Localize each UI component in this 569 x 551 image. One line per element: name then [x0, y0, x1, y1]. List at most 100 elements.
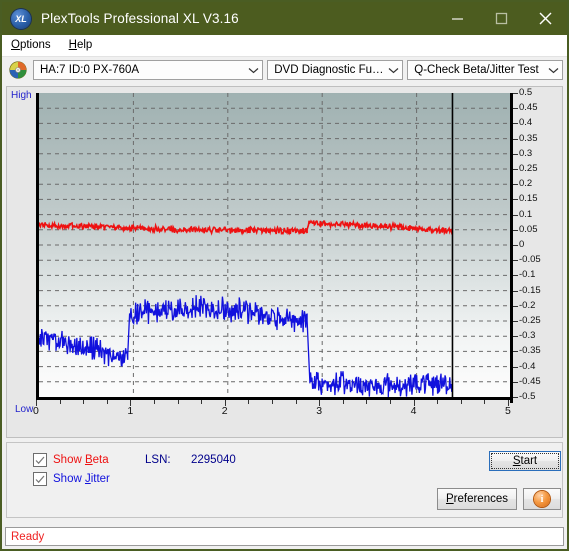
y-tick-mark — [513, 153, 518, 155]
x-tick-label: 0 — [33, 405, 39, 417]
series-jitter — [39, 295, 454, 397]
y-tick-mark — [513, 321, 518, 322]
show-jitter-label-post: itter — [90, 473, 110, 485]
menu-bar: Options Help — [2, 35, 567, 57]
y-tick-label: 0.4 — [519, 117, 533, 129]
y-tick-mark — [513, 123, 518, 125]
menu-item-help[interactable]: Help — [60, 35, 102, 56]
preferences-button-accel: P — [445, 493, 454, 505]
show-beta-label-post: eta — [92, 454, 109, 466]
x-tick-mark — [460, 400, 462, 404]
chevron-down-icon[interactable] — [544, 67, 562, 74]
x-tick-mark — [248, 400, 250, 404]
start-button-accel: S — [512, 455, 521, 467]
chart-area: High Low 0.5 0.45 0.4 0.35 0.3 0.25 0.2 0.15 0.1… — [7, 87, 562, 437]
y-tick-label: 0.35 — [519, 132, 538, 144]
menu-accel-options: O — [11, 39, 20, 51]
y-tick-mark — [513, 199, 518, 201]
show-jitter-checkbox-row[interactable]: Show Jitter — [33, 472, 110, 486]
status-bar: Ready — [5, 527, 564, 546]
y-tick-mark — [513, 214, 518, 216]
show-jitter-checkbox[interactable] — [33, 472, 47, 486]
show-beta-accel: B — [84, 454, 93, 466]
show-beta-label: Show Beta — [53, 454, 109, 466]
x-tick-label: 4 — [410, 405, 417, 417]
y-tick-mark — [513, 305, 518, 307]
y-tick-mark — [513, 184, 518, 186]
app-icon: XL — [11, 8, 31, 29]
y-tick-mark — [513, 366, 518, 368]
y-tick-mark — [513, 229, 518, 231]
y-tick-label: -0.5 — [519, 391, 536, 402]
y-tick-label: 0.5 — [519, 87, 533, 98]
function-select[interactable]: DVD Diagnostic Functions — [267, 60, 404, 80]
show-beta-checkbox-row[interactable]: Show Beta — [33, 453, 109, 467]
x-tick-mark — [59, 400, 61, 404]
minimize-button[interactable] — [435, 2, 479, 35]
y-tick-label: -0.4 — [519, 360, 536, 372]
info-icon: i — [534, 491, 550, 507]
start-button[interactable]: Start — [489, 451, 561, 471]
start-button-label: Start — [513, 455, 537, 467]
y-tick-label: -0.45 — [519, 375, 541, 387]
y-tick-mark — [513, 245, 518, 246]
x-tick-mark — [366, 400, 368, 404]
test-select[interactable]: Q-Check Beta/Jitter Test — [407, 60, 563, 80]
chevron-down-icon[interactable] — [384, 67, 402, 74]
preferences-button[interactable]: Preferences — [437, 488, 517, 510]
y-tick-label: 0.05 — [519, 223, 538, 235]
drive-select[interactable]: HA:7 ID:0 PX-760A — [33, 60, 264, 80]
y-tick-label: -0.05 — [519, 254, 541, 266]
drive-select-value: HA:7 ID:0 PX-760A — [40, 64, 140, 76]
y-tick-mark — [513, 275, 518, 277]
x-tick-label: 3 — [316, 405, 323, 417]
window-title: PlexTools Professional XL V3.16 — [41, 11, 239, 26]
y-tick-label: 0.45 — [519, 102, 538, 114]
preferences-button-label-post: references — [453, 493, 508, 505]
y-tick-mark — [513, 260, 518, 262]
show-jitter-label-pre: Show — [53, 473, 85, 485]
x-tick-mark — [413, 400, 415, 406]
y-tick-mark — [513, 290, 518, 292]
plot-svg — [39, 93, 511, 397]
x-tick-mark — [177, 400, 179, 404]
x-tick-mark — [295, 400, 297, 404]
menu-label-options: ptions — [19, 39, 51, 51]
show-beta-label-pre: Show — [53, 454, 85, 466]
x-tick-mark — [154, 400, 155, 404]
optical-disc-icon — [9, 61, 27, 79]
y-tick-mark — [513, 336, 518, 338]
y-tick-label: -0.25 — [519, 315, 541, 326]
y-tick-mark — [513, 397, 518, 398]
axis-label-low: Low — [15, 404, 34, 415]
y-tick-label: -0.35 — [519, 345, 541, 357]
x-tick-mark — [342, 400, 344, 404]
menu-item-options[interactable]: Options — [2, 35, 60, 56]
application-window: XL PlexTools Professional XL V3.16 Optio… — [0, 0, 569, 551]
axis-label-high: High — [11, 90, 32, 101]
info-button[interactable]: i — [523, 488, 561, 510]
close-button[interactable] — [523, 2, 567, 35]
function-select-value: DVD Diagnostic Functions — [274, 64, 385, 76]
lsn-label: LSN: — [145, 454, 171, 466]
x-tick-mark — [484, 400, 486, 404]
y-tick-mark — [513, 351, 518, 353]
preferences-button-label: Preferences — [446, 493, 508, 505]
x-tick-mark — [272, 400, 273, 404]
chevron-down-icon[interactable] — [244, 67, 262, 74]
y-tick-label: 0.3 — [519, 147, 533, 159]
show-beta-checkbox[interactable] — [33, 453, 47, 467]
test-select-value: Q-Check Beta/Jitter Test — [414, 64, 539, 76]
x-tick-mark — [437, 400, 439, 404]
y-tick-mark — [513, 93, 518, 94]
x-tick-mark — [106, 400, 108, 404]
x-tick-mark — [83, 400, 85, 404]
x-tick-label: 5 — [505, 405, 511, 417]
x-tick-mark — [319, 400, 321, 406]
options-panel: Show Beta Show Jitter LSN: 2295040 Start… — [6, 442, 563, 518]
status-text: Ready — [11, 530, 45, 543]
maximize-button[interactable] — [479, 2, 523, 35]
x-tick-mark — [36, 400, 37, 406]
x-tick-label: 2 — [221, 405, 228, 417]
show-jitter-label: Show Jitter — [53, 473, 110, 485]
